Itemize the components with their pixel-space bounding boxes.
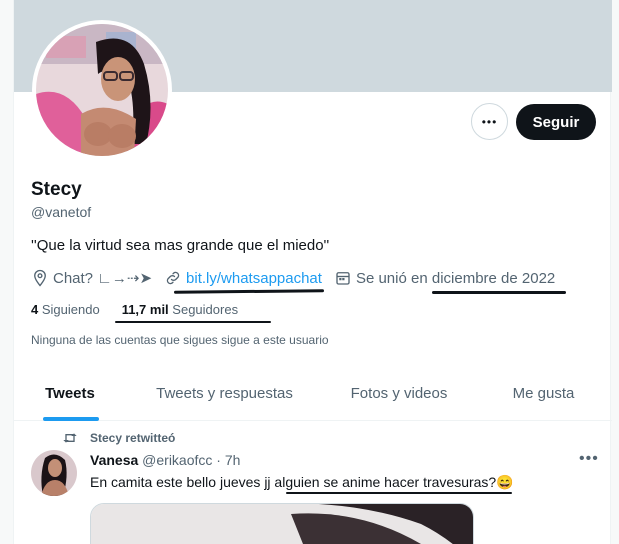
active-tab-indicator	[43, 417, 99, 421]
tab-tweets[interactable]: Tweets	[14, 366, 126, 421]
tweet-author-avatar[interactable]	[31, 450, 77, 496]
tab-media-label: Fotos y videos	[350, 385, 448, 402]
no-mutual-followers: Ninguna de las cuentas que sigues sigue …	[31, 333, 329, 347]
location-pin-icon	[34, 269, 46, 287]
joined-item: Se unió en diciembre de 2022	[334, 269, 555, 287]
profile-bio: ''Que la virtud sea mas grande que el mi…	[31, 237, 330, 254]
link-item: bit.ly/whatsappachat	[164, 269, 322, 287]
tab-tweets-replies[interactable]: Tweets y respuestas	[126, 366, 323, 421]
right-gutter	[611, 0, 619, 544]
link-icon	[166, 271, 180, 285]
followers-count: 11,7 mil	[121, 302, 169, 317]
tab-likes-label: Me gusta	[512, 385, 575, 402]
followers-stat[interactable]: 11,7 mil Seguidores	[122, 302, 238, 317]
location-text: Chat? ∟→⇢➤	[53, 270, 153, 287]
following-stat[interactable]: 4 Siguiendo	[31, 302, 100, 317]
tab-tweets-replies-label: Tweets y respuestas	[156, 385, 293, 402]
tweet-author-handle[interactable]: @erikaofcc	[142, 452, 212, 468]
location-item: Chat? ∟→⇢➤	[31, 269, 152, 287]
profile-tabs: Tweets Tweets y respuestas Fotos y video…	[14, 366, 612, 421]
tweet-timestamp[interactable]: · 7h	[216, 452, 240, 468]
tweet-author-name[interactable]: Vanesa	[90, 452, 138, 468]
follow-button[interactable]: Seguir	[516, 104, 596, 140]
profile-page: ••• Seguir Stecy @vanetof ''Que la virtu…	[0, 0, 619, 544]
followers-label: Seguidores	[172, 302, 239, 317]
tweet-text: En camita este bello jueves jj alguien s…	[90, 474, 514, 490]
profile-avatar[interactable]	[32, 20, 172, 160]
tweet-media[interactable]	[90, 503, 474, 544]
avatar-image	[36, 24, 168, 156]
profile-name: Stecy	[31, 179, 82, 200]
tweet-underline-mark	[286, 492, 512, 494]
joined-text: Se unió en diciembre de 2022	[355, 269, 556, 287]
tab-media[interactable]: Fotos y videos	[323, 366, 475, 421]
tweet-header: Vanesa @erikaofcc · 7h	[90, 452, 240, 468]
retweet-context: Stecy retwitteó	[62, 431, 175, 445]
tab-likes[interactable]: Me gusta	[475, 366, 612, 421]
tweet-more-icon[interactable]: •••	[579, 450, 599, 468]
retweet-label[interactable]: Stecy retwitteó	[90, 431, 175, 445]
profile-meta: Chat? ∟→⇢➤ bit.ly/whatsappachat Se unió …	[31, 269, 567, 287]
profile-handle: @vanetof	[31, 204, 92, 220]
tab-tweets-label: Tweets	[45, 385, 95, 402]
more-options-button[interactable]: •••	[471, 103, 508, 140]
left-gutter	[0, 0, 13, 544]
follow-stats: 4 Siguiendo 11,7 mil Seguidores	[31, 302, 260, 317]
link-underline-mark	[173, 289, 325, 294]
following-count: 4	[31, 302, 39, 317]
joined-underline-mark	[432, 291, 566, 294]
followers-underline-mark	[115, 321, 271, 323]
following-label: Siguiendo	[41, 302, 100, 317]
profile-link[interactable]: bit.ly/whatsappachat	[186, 270, 322, 287]
retweet-icon	[63, 433, 77, 443]
profile-column: ••• Seguir Stecy @vanetof ''Que la virtu…	[13, 0, 612, 544]
calendar-icon	[336, 272, 350, 285]
more-options-icon: •••	[481, 114, 498, 129]
